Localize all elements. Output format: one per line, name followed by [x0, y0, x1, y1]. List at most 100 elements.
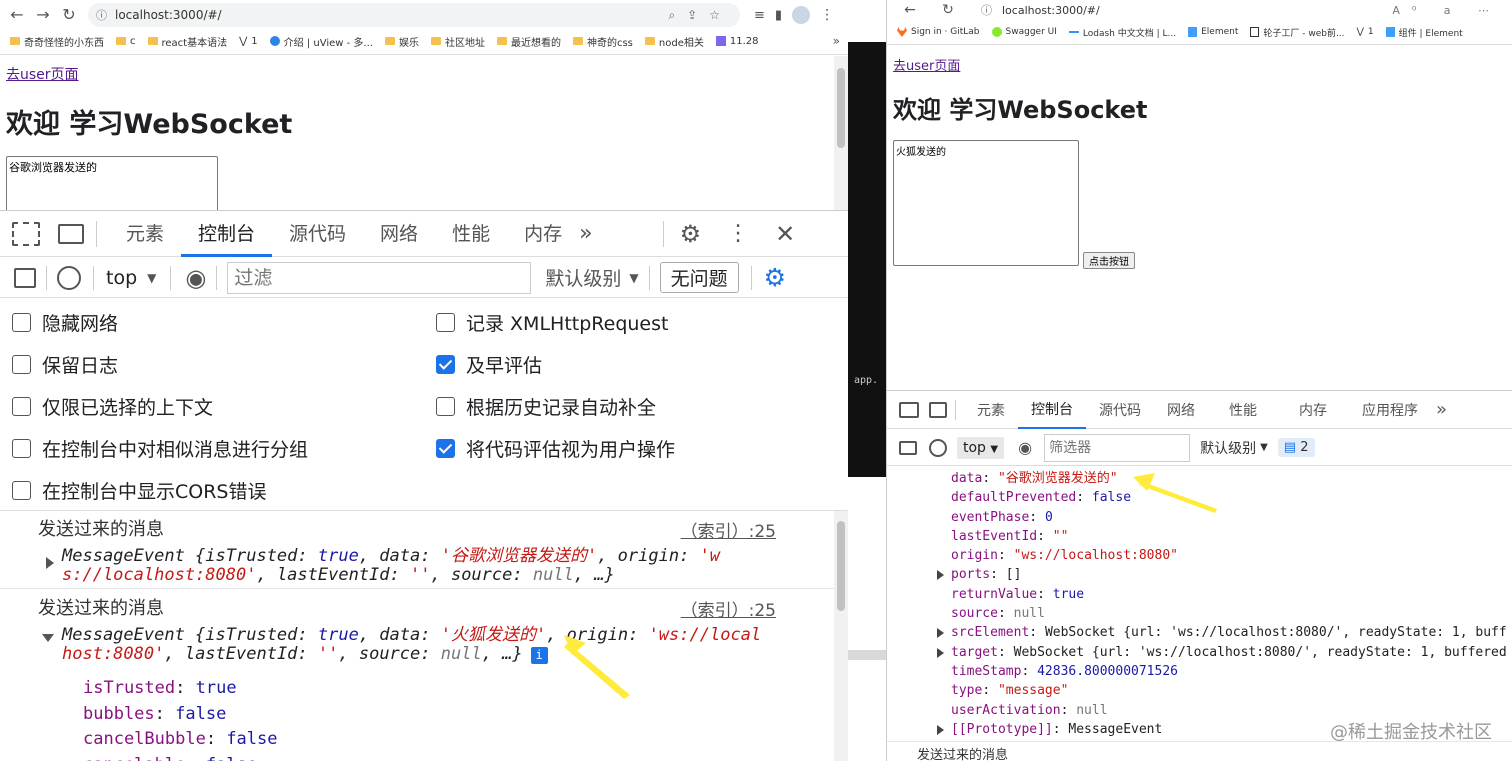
bookmark-item[interactable]: 组件 | Element [1385, 26, 1463, 39]
message-textarea[interactable] [6, 156, 218, 212]
context-select[interactable]: top [106, 267, 137, 289]
setting-cors-errors[interactable]: 在控制台中显示CORS错误 [12, 477, 267, 504]
collapse-arrow-icon[interactable] [42, 634, 54, 642]
console-settings-gear-icon[interactable]: ⚙ [764, 263, 786, 292]
back-icon[interactable]: ← [897, 3, 923, 17]
device-toggle-icon[interactable] [929, 401, 947, 418]
setting-hide-network[interactable]: 隐藏网络 [12, 309, 118, 336]
checkbox[interactable] [436, 397, 455, 416]
property-row[interactable]: cancelable: false [83, 753, 278, 761]
bookmark-item[interactable]: 神奇的css [572, 34, 633, 49]
checkbox[interactable] [12, 439, 31, 458]
sidepanel-icon[interactable]: ▮ [775, 8, 782, 23]
property-row[interactable]: bubbles: false [83, 702, 278, 728]
setting-log-xhr[interactable]: 记录 XMLHttpRequest [436, 309, 668, 336]
tab-elements[interactable]: 元素 [964, 400, 1018, 420]
console-filter-input[interactable] [227, 261, 532, 294]
checkbox-checked[interactable] [436, 439, 455, 458]
expand-arrow-icon[interactable] [937, 647, 944, 658]
console-scrollbar[interactable] [834, 511, 848, 761]
forward-icon[interactable]: → [30, 7, 56, 23]
issues-button[interactable]: 无问题 [659, 262, 739, 293]
source-link[interactable]: （索引）:25 [681, 596, 776, 621]
user-page-link[interactable]: 去user页面 [893, 55, 960, 74]
address-bar[interactable]: ⓘ localhost:3000/#/ ⌕⇪☆ [88, 3, 740, 27]
tab-memory[interactable]: 内存 [1278, 400, 1348, 420]
device-toggle-icon[interactable] [58, 223, 84, 244]
tab-performance[interactable]: 性能 [1208, 400, 1278, 420]
bookmark-item[interactable]: 最近想看的 [496, 34, 561, 49]
page-scrollbar[interactable] [834, 56, 848, 210]
bookmark-item[interactable]: react基本语法 [147, 34, 227, 49]
property-row[interactable]: source: null [887, 604, 1512, 623]
bookmark-item[interactable]: 奇奇怪怪的小东西 [10, 34, 104, 49]
avatar[interactable] [792, 6, 811, 24]
settings-gear-icon[interactable]: ⚙ [680, 220, 702, 248]
checkbox[interactable] [12, 313, 31, 332]
bookmark-item[interactable]: 社区地址 [430, 34, 485, 49]
log-level-select[interactable]: 默认级别 [1200, 438, 1256, 458]
message-textarea[interactable] [893, 140, 1079, 266]
user-page-link[interactable]: 去user页面 [6, 64, 79, 84]
info-icon[interactable]: i [530, 647, 548, 664]
setting-selected-context[interactable]: 仅限已选择的上下文 [12, 393, 213, 420]
tab-memory[interactable]: 内存 [507, 211, 579, 257]
tab-console[interactable]: 控制台 [181, 211, 273, 257]
setting-group-similar[interactable]: 在控制台中对相似消息进行分组 [12, 435, 308, 462]
info-icon[interactable]: ⓘ [981, 2, 992, 18]
scrollbar-thumb[interactable] [837, 68, 845, 148]
log-object-line[interactable]: MessageEvent {isTrusted: true, data: '谷歌… [62, 541, 720, 566]
setting-eager-eval[interactable]: 及早评估 [436, 351, 542, 378]
property-row[interactable]: timeStamp: 42836.800000071526 [887, 662, 1512, 681]
property-row[interactable]: returnValue: true [887, 585, 1512, 604]
bookmark-item[interactable]: node相关 [644, 34, 704, 49]
property-row[interactable]: ports: [] [887, 565, 1512, 584]
reload-icon[interactable]: ↻ [56, 7, 82, 23]
setting-user-gesture[interactable]: 将代码评估视为用户操作 [436, 435, 675, 462]
bookmark-item[interactable]: ⋁ 1 [1357, 27, 1374, 37]
live-expression-eye-icon[interactable]: ◉ [1018, 438, 1032, 457]
info-icon[interactable]: ⓘ [96, 7, 107, 23]
bookmark-item[interactable]: Swagger UI [991, 27, 1057, 37]
setting-preserve-log[interactable]: 保留日志 [12, 351, 118, 378]
tab-sources[interactable]: 源代码 [272, 211, 363, 257]
expand-arrow-icon[interactable] [937, 628, 944, 639]
tab-performance[interactable]: 性能 [435, 211, 507, 257]
setting-autocomplete[interactable]: 根据历史记录自动补全 [436, 393, 656, 420]
bookmark-item[interactable]: 介绍 | uView - 多... [269, 34, 373, 49]
property-row[interactable]: userActivation: null [887, 701, 1512, 720]
expand-arrow-icon[interactable] [937, 570, 944, 581]
checkbox[interactable] [436, 313, 455, 332]
chevron-down-icon[interactable]: ▼ [1260, 442, 1268, 453]
expand-arrow-icon[interactable] [937, 724, 944, 735]
bookmark-item[interactable]: Element [1188, 27, 1238, 37]
bookmark-item[interactable]: Lodash 中文文档 | L... [1068, 26, 1176, 39]
checkbox[interactable] [12, 397, 31, 416]
close-devtools-icon[interactable]: ✕ [775, 220, 795, 248]
menu-kebab-icon[interactable]: ⋮ [820, 7, 834, 23]
bookmark-item[interactable]: 11.28 [715, 36, 759, 47]
tab-console[interactable]: 控制台 [1018, 391, 1086, 429]
sidebar-toggle-icon[interactable] [14, 267, 36, 288]
property-row[interactable]: cancelBubble: false [83, 727, 278, 753]
clear-console-icon[interactable] [57, 265, 81, 290]
back-icon[interactable]: ← [4, 7, 30, 23]
tab-application[interactable]: 应用程序 [1348, 400, 1432, 420]
console-filter-input[interactable] [1044, 433, 1191, 462]
send-button[interactable]: 点击按钮 [1083, 252, 1135, 269]
scrollbar-thumb[interactable] [837, 521, 845, 611]
expand-arrow-icon[interactable] [46, 557, 54, 569]
property-row[interactable]: origin: "ws://localhost:8080" [887, 546, 1512, 565]
property-row[interactable]: srcElement: WebSocket {url: 'ws://localh… [887, 623, 1512, 642]
checkbox[interactable] [12, 481, 31, 500]
source-link[interactable]: （索引）:25 [681, 517, 776, 542]
checkbox[interactable] [12, 355, 31, 374]
inspect-icon[interactable] [899, 401, 919, 418]
clear-console-icon[interactable] [929, 438, 947, 457]
tab-network[interactable]: 网络 [1154, 400, 1208, 420]
kebab-menu-icon[interactable]: ⋮ [727, 221, 749, 246]
checkbox-checked[interactable] [436, 355, 455, 374]
log-level-select[interactable]: 默认级别 [545, 264, 621, 291]
property-row[interactable]: isTrusted: true [83, 676, 278, 702]
more-bookmarks-icon[interactable]: » [833, 34, 840, 48]
